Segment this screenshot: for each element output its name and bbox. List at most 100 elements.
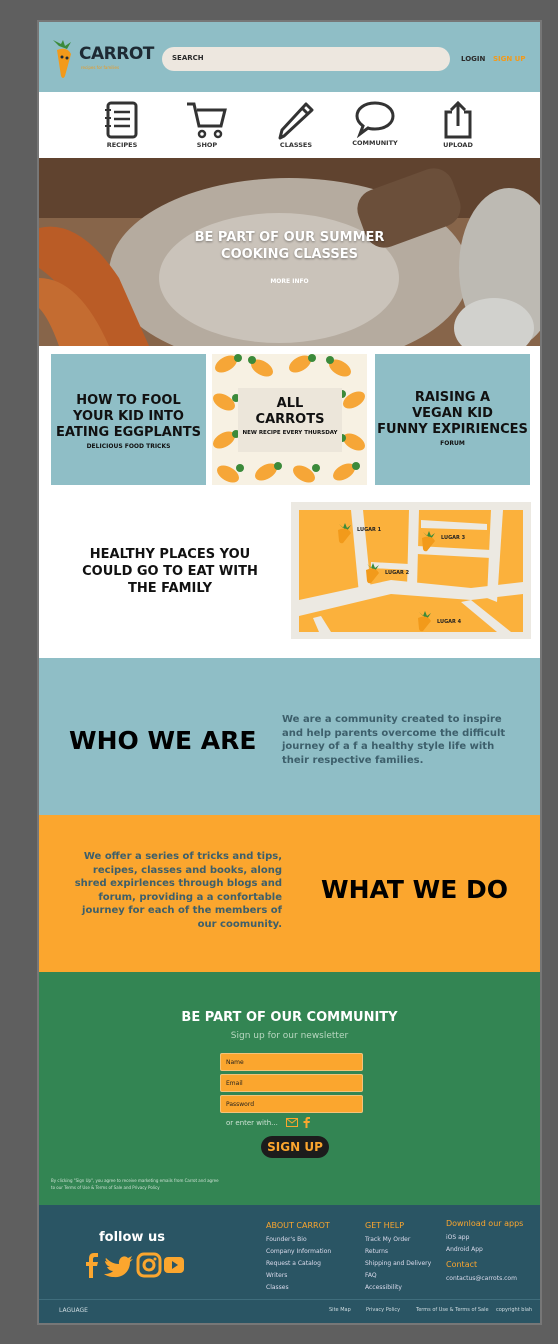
map-marker[interactable]: LUGAR 4 [415, 610, 461, 636]
carrot-marker-icon [366, 563, 379, 584]
nav-recipes[interactable]: RECIPES [92, 100, 152, 149]
youtube-icon[interactable] [164, 1257, 184, 1273]
carrot-marker-icon [418, 611, 431, 632]
feature-cards: HOW TO FOOL YOUR KID INTO EATING EGGPLANTS… [39, 346, 540, 486]
what-text: We offer a series of tricks and tips, re… [74, 851, 282, 930]
marker-label: LUGAR 4 [437, 619, 462, 625]
hero-title-line1: BE PART OF OUR SUMMER [194, 230, 385, 245]
footer-link[interactable]: Founder's Bio [266, 1234, 331, 1246]
page: CARROT recipes for families SEARCH LOGIN… [37, 20, 542, 1325]
card-eggplants[interactable]: HOW TO FOOL YOUR KID INTO EATING EGGPLANTS… [51, 354, 206, 485]
card-title: HOW TO FOOL YOUR KID INTO EATING EGGPLANTS [56, 393, 201, 440]
carrot-marker-icon [422, 531, 435, 552]
nav-upload[interactable]: UPLOAD [428, 100, 488, 149]
about-heading: ABOUT CARROT [266, 1221, 330, 1230]
footer-link[interactable]: Writers [266, 1270, 331, 1282]
community-title: BE PART OF OUR COMMUNITY [181, 1010, 398, 1025]
who-heading: WHO WE ARE [69, 726, 257, 755]
footer-link[interactable]: Returns [365, 1246, 431, 1258]
what-heading: WHAT WE DO [321, 875, 509, 904]
map-marker[interactable]: LUGAR 3 [419, 530, 465, 556]
nav-classes[interactable]: CLASSES [266, 100, 326, 149]
footer-divider [39, 1299, 540, 1300]
privacy-link[interactable]: Privacy Policy [366, 1307, 400, 1313]
pencil-icon [278, 102, 314, 140]
apps-heading: Download our apps [446, 1219, 524, 1228]
footer-link[interactable]: Android App [446, 1244, 523, 1256]
follow-us-label: follow us [99, 1230, 165, 1245]
legal-notice: By clicking "Sign Up", you agree to rece… [51, 1178, 219, 1190]
facebook-social-icon[interactable] [86, 1253, 98, 1278]
language-selector[interactable]: LAGUAGE [59, 1307, 88, 1314]
instagram-icon[interactable] [136, 1252, 162, 1278]
footer: follow us ABOUT CARROT Founder's Bio Com… [39, 1205, 540, 1323]
header: CARROT recipes for families SEARCH LOGIN… [39, 22, 540, 92]
nav-label: SHOP [196, 141, 218, 149]
card-title: RAISING A VEGAN KID FUNNY EXPIRIENCES [377, 390, 528, 437]
main-nav: RECIPES SHOP CLASSES COMMUNITY UPLOAD [39, 92, 540, 158]
login-link[interactable]: LOGIN [461, 55, 485, 63]
recipes-icon [105, 101, 138, 139]
sitemap-link[interactable]: Site Map [329, 1307, 351, 1313]
community-signup-section: BE PART OF OUR COMMUNITY Sign up for our… [39, 972, 540, 1205]
carrot-logo-icon [53, 40, 71, 78]
search-input[interactable]: SEARCH [162, 47, 450, 71]
card-subtitle: NEW RECIPE EVERY THURSDAY [242, 430, 338, 436]
map-marker[interactable]: LUGAR 1 [335, 522, 381, 548]
card-title: ALL CARROTS [255, 396, 325, 427]
footer-link[interactable]: iOS app [446, 1232, 523, 1244]
logo-text: CARROT [79, 44, 154, 64]
footer-help-column: GET HELP Track My Order Returns Shipping… [365, 1221, 431, 1294]
marker-label: LUGAR 1 [357, 527, 382, 533]
footer-link[interactable]: Request a Catalog [266, 1258, 331, 1270]
facebook-icon[interactable] [303, 1117, 310, 1128]
footer-link[interactable]: Company Information [266, 1246, 331, 1258]
social-icons [86, 1252, 184, 1278]
card-vegan-kid[interactable]: RAISING A VEGAN KID FUNNY EXPIRIENCES FORU… [375, 354, 530, 485]
mail-icon[interactable] [286, 1118, 298, 1127]
hero-title: BE PART OF OUR SUMMER COOKING CLASSES [39, 229, 540, 263]
contact-heading: Contact [446, 1260, 478, 1269]
hero-banner[interactable]: BE PART OF OUR SUMMER COOKING CLASSES MO… [39, 158, 540, 346]
help-heading: GET HELP [365, 1221, 405, 1230]
nav-label: CLASSES [279, 141, 313, 149]
all-carrots-label-box: ALL CARROTS NEW RECIPE EVERY THURSDAY [238, 388, 342, 452]
footer-link[interactable]: Accessibility [365, 1282, 431, 1294]
carrot-marker-icon [338, 523, 351, 544]
name-field[interactable]: Name [220, 1053, 363, 1071]
upload-icon [444, 100, 472, 139]
email-field[interactable]: Email [220, 1074, 363, 1092]
more-info-link[interactable]: MORE INFO [39, 278, 540, 285]
nav-label: UPLOAD [443, 141, 473, 149]
signup-button[interactable]: SIGN UP [261, 1136, 329, 1158]
chat-icon [355, 101, 395, 138]
twitter-icon[interactable] [104, 1256, 133, 1278]
nav-community[interactable]: COMMUNITY [345, 100, 405, 147]
logo-subtitle: recipes for families [81, 65, 120, 70]
footer-link[interactable]: Shipping and Delivery [365, 1258, 431, 1270]
footer-link[interactable]: FAQ [365, 1270, 431, 1282]
hero-title-line2: COOKING CLASSES [221, 247, 358, 262]
map-marker[interactable]: LUGAR 2 [363, 562, 409, 588]
password-field[interactable]: Password [220, 1095, 363, 1113]
footer-link[interactable]: Classes [266, 1282, 331, 1294]
marker-label: LUGAR 3 [441, 535, 466, 541]
map-markers: LUGAR 1 LUGAR 2 LUGAR 3 LUGAR 4 [291, 502, 531, 639]
footer-link[interactable]: Track My Order [365, 1234, 431, 1246]
who-we-are-section: WHO WE ARE We are a community created to… [39, 658, 540, 815]
newsletter-subtitle: Sign up for our newsletter [230, 1031, 349, 1041]
marker-label: LUGAR 2 [385, 570, 410, 576]
signup-link[interactable]: SIGN UP [493, 55, 526, 63]
contact-email[interactable]: contactus@carrots.com [446, 1273, 523, 1285]
nav-label: RECIPES [106, 141, 138, 149]
copyright: copyright blah [496, 1307, 533, 1313]
terms-link[interactable]: Terms of Use & Terms of Sale [416, 1307, 489, 1313]
card-subtitle: DELICIOUS FOOD TRICKS [86, 443, 171, 450]
card-subtitle: FORUM [440, 440, 465, 447]
logo[interactable]: CARROT recipes for families [49, 40, 154, 80]
nav-shop[interactable]: SHOP [177, 100, 237, 149]
footer-apps-column: Download our apps iOS app Android App Co… [446, 1219, 523, 1285]
card-all-carrots[interactable]: ALL CARROTS NEW RECIPE EVERY THURSDAY [212, 354, 367, 485]
footer-about-column: ABOUT CARROT Founder's Bio Company Infor… [266, 1221, 331, 1294]
enter-with-label: or enter with... [226, 1119, 278, 1127]
